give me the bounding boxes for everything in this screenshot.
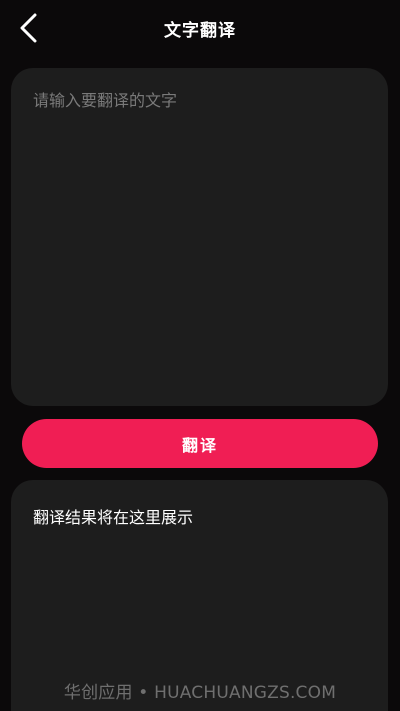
header: 文字翻译 (0, 0, 400, 56)
translate-button[interactable]: 翻译 (22, 419, 378, 468)
result-card: 翻译结果将在这里展示 (11, 480, 388, 711)
translate-screen: 文字翻译 翻译 翻译结果将在这里展示 华创应用 • HUACHUANGZS.CO… (0, 0, 400, 711)
source-text-card (11, 68, 388, 406)
source-text-input[interactable] (33, 90, 366, 384)
result-text: 翻译结果将在这里展示 (33, 508, 194, 527)
watermark: 华创应用 • HUACHUANGZS.COM (63, 683, 337, 703)
page-title: 文字翻译 (164, 21, 236, 41)
